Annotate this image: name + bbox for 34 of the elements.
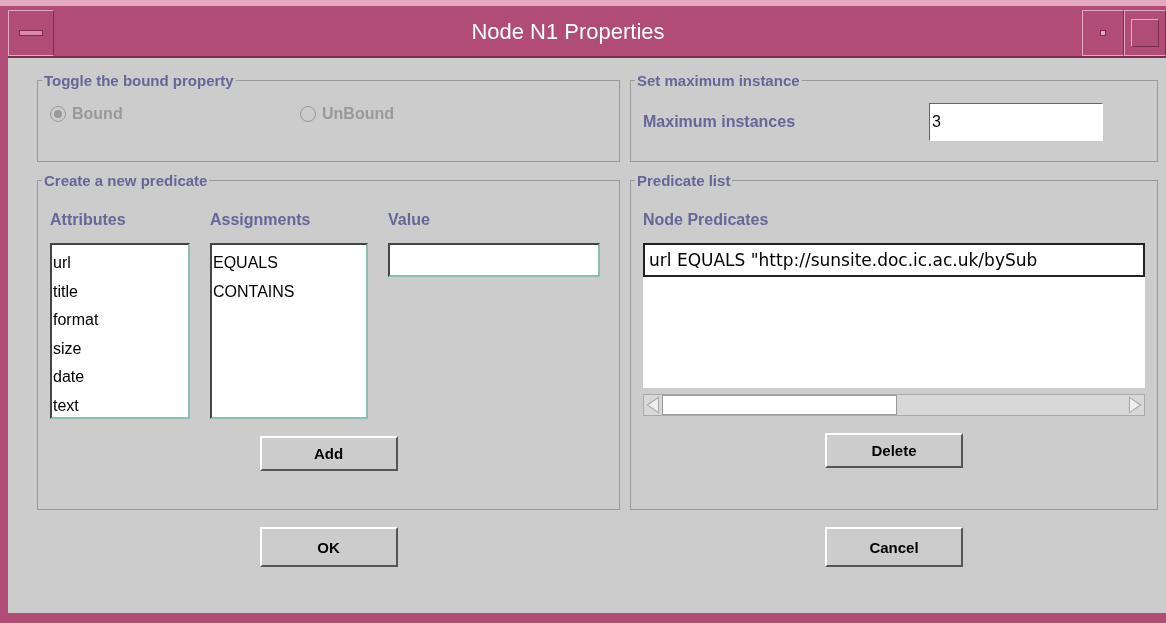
scroll-thumb[interactable] xyxy=(662,395,897,415)
add-button[interactable]: Add xyxy=(259,436,398,471)
list-item[interactable]: url xyxy=(53,249,187,278)
maximize-button[interactable] xyxy=(1124,10,1166,56)
window-menu-button[interactable] xyxy=(8,10,54,56)
window-title: Node N1 Properties xyxy=(470,18,666,46)
list-item[interactable]: title xyxy=(53,277,187,306)
input-field[interactable] xyxy=(388,243,600,277)
list-item[interactable]: EQUALS xyxy=(213,249,365,278)
column-label: Attributes xyxy=(50,211,127,229)
left-arrow-icon[interactable] xyxy=(644,395,662,415)
list-item[interactable]: format xyxy=(53,306,187,335)
input-field[interactable]: 3 xyxy=(929,103,1103,141)
right-arrow-icon[interactable] xyxy=(1126,395,1144,415)
list-item[interactable]: size xyxy=(53,334,187,363)
list-item[interactable]: url EQUALS "http://sunsite.doc.ic.ac.uk/bySub xyxy=(643,243,1145,277)
list-item[interactable]: text xyxy=(53,391,187,420)
list-box[interactable]: url title format size date text xyxy=(50,243,190,419)
field-label: Maximum instances xyxy=(643,113,797,131)
list-item[interactable]: date xyxy=(53,363,187,392)
group-title: Toggle the bound property xyxy=(43,72,235,89)
group-title: Predicate list xyxy=(636,172,732,189)
list-box[interactable]: EQUALS CONTAINS xyxy=(210,243,368,419)
minimize-button[interactable] xyxy=(1082,10,1124,56)
delete-button[interactable]: Delete xyxy=(825,433,963,468)
column-label: Value xyxy=(388,211,431,229)
group-title: Set maximum instance xyxy=(636,72,801,89)
cancel-button[interactable]: Cancel xyxy=(825,527,963,567)
ok-button[interactable]: OK xyxy=(259,527,398,567)
column-label: Assignments xyxy=(210,211,312,229)
list-item[interactable]: CONTAINS xyxy=(213,277,365,306)
horizontal-scrollbar[interactable] xyxy=(643,394,1145,416)
group-title: Create a new predicate xyxy=(43,172,209,189)
column-label: Node Predicates xyxy=(643,210,770,229)
